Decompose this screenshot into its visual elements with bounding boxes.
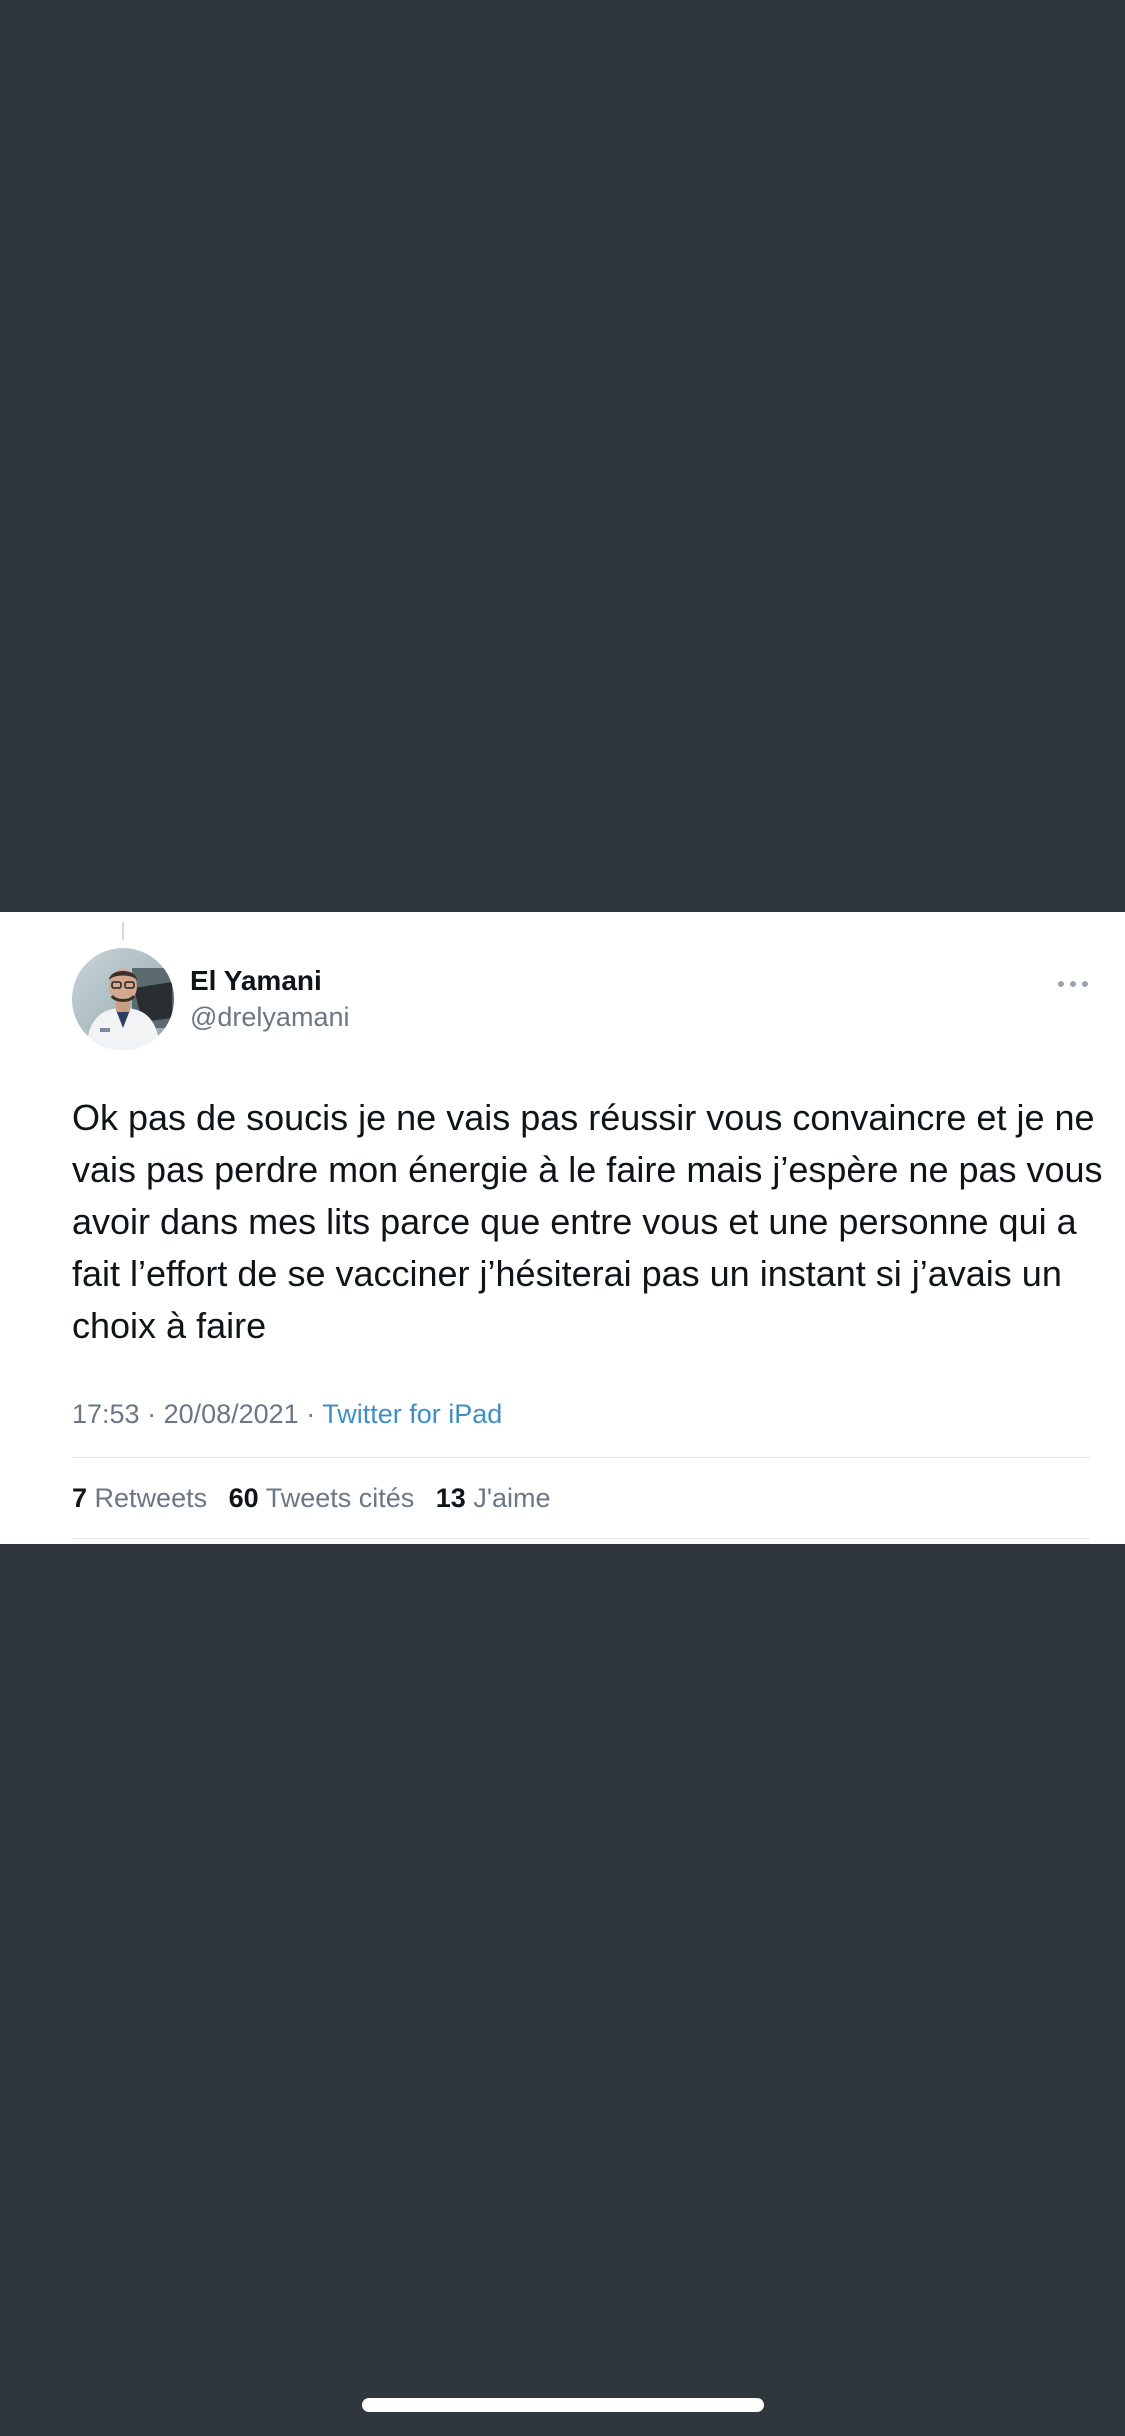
likes-stat[interactable]: 13 J'aime	[436, 1480, 551, 1516]
tweet-card: El Yamani @drelyamani Ok pas de soucis j…	[0, 912, 1125, 1544]
retweets-label: Retweets	[94, 1483, 208, 1513]
tweet-date: 20/08/2021	[163, 1399, 299, 1429]
meta-separator: ·	[298, 1399, 323, 1429]
likes-label: J'aime	[473, 1483, 551, 1513]
quotes-count: 60	[228, 1483, 259, 1513]
tweet-meta: 17:53 · 20/08/2021 · Twitter for iPad	[72, 1396, 502, 1432]
tweet-time: 17:53	[72, 1399, 140, 1429]
tweet-source-link[interactable]: Twitter for iPad	[322, 1399, 502, 1429]
likes-count: 13	[435, 1483, 466, 1513]
meta-separator: ·	[139, 1399, 164, 1429]
quotes-label: Tweets cités	[265, 1483, 415, 1513]
tweet-text: Ok pas de soucis je ne vais pas réussir …	[72, 1097, 1103, 1346]
thread-connector-line	[122, 922, 124, 940]
divider	[72, 1457, 1090, 1458]
retweets-count: 7	[72, 1483, 88, 1513]
author-handle[interactable]: @drelyamani	[190, 1000, 349, 1034]
home-indicator[interactable]	[362, 2398, 764, 2412]
author-display-name[interactable]: El Yamani	[190, 964, 322, 998]
tweet-stats: 7 Retweets 60 Tweets cités 13 J'aime	[72, 1480, 565, 1516]
retweets-stat[interactable]: 7 Retweets	[72, 1480, 207, 1516]
divider	[72, 1538, 1090, 1539]
more-options-icon[interactable]	[1058, 978, 1090, 990]
quote-tweets-stat[interactable]: 60 Tweets cités	[229, 1480, 415, 1516]
avatar[interactable]	[72, 948, 174, 1050]
